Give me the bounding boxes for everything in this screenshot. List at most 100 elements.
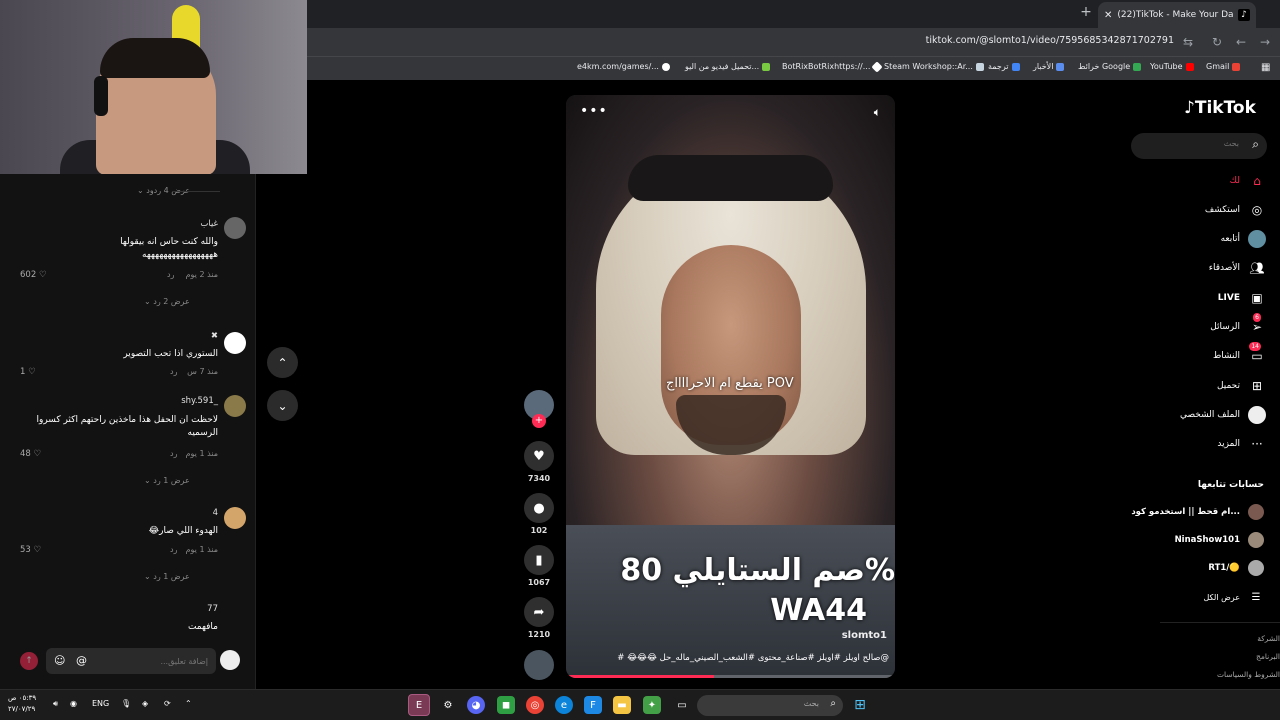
comment-likes[interactable]: 1 ♡ — [20, 367, 36, 377]
comment-likes[interactable]: 53 ♡ — [20, 545, 41, 555]
bookmark-youtube-downloader[interactable]: تحميل فيديو من اليو... — [685, 62, 771, 71]
upload-icon: ⊞ — [1251, 379, 1263, 393]
comment-input-box[interactable]: ☺ @ — [46, 648, 216, 674]
footer-program-link[interactable]: البرنامج — [1256, 652, 1280, 661]
comment-button[interactable]: ● 102 — [524, 493, 554, 535]
bookmark-youtube[interactable]: YouTube — [1150, 62, 1194, 71]
volume-icon[interactable]: 🔈︎ — [874, 105, 881, 120]
system-clock[interactable]: ٠٥:٣٩ ص ٢٧/٠٧/٢٩ — [8, 693, 36, 715]
bookmark-steam[interactable]: Steam Workshop::Ar... — [884, 62, 984, 71]
avatar[interactable] — [224, 217, 246, 239]
next-video-button[interactable]: ⌄ — [267, 390, 298, 421]
nav-live[interactable]: LIVE ▣ — [1218, 288, 1266, 308]
bookmark-translate[interactable]: ترجمة — [988, 62, 1020, 71]
nav-messages[interactable]: الرسائل ➢ 6 — [1210, 313, 1266, 337]
video-player[interactable]: ••• 🔈︎ يقطع ام الاحرااااج POV صم الستايل… — [566, 95, 895, 678]
show-all-following[interactable]: عرض الكل ☰ — [1203, 588, 1264, 606]
sync-tray-icon[interactable]: ⟳ — [164, 699, 171, 708]
nav-more[interactable]: المزيد ··· — [1217, 434, 1266, 454]
view-replies-button[interactable]: ⌄ عرض 1 رد — [144, 572, 190, 581]
discord-icon[interactable]: ◕ — [467, 696, 485, 714]
progress-bar[interactable] — [566, 675, 715, 678]
app-tray-icon[interactable]: ◈ — [142, 699, 148, 708]
reply-button[interactable]: رد — [170, 545, 177, 554]
previous-video-button[interactable]: ⌃ — [267, 347, 298, 378]
browser-tab[interactable]: ✕ (22)TikTok - Make Your Day ♪ — [1098, 2, 1256, 28]
following-account[interactable]: NinaShow101 — [1175, 531, 1264, 549]
search-input[interactable] — [1149, 139, 1239, 148]
epic-games-icon[interactable]: E — [408, 694, 430, 716]
edge-icon[interactable]: e — [555, 696, 573, 714]
settings-gear-icon[interactable]: ⚙ — [439, 696, 457, 714]
reply-button[interactable]: رد — [170, 449, 177, 458]
view-replies-button[interactable]: ⌄ عرض 2 رد — [144, 297, 190, 306]
nav-for-you[interactable]: لك ⌂ — [1230, 171, 1266, 191]
chrome-icon[interactable]: ◎ — [526, 696, 544, 714]
comment-author[interactable]: 77 — [207, 604, 218, 614]
save-button[interactable]: ▮ 1067 — [524, 545, 554, 587]
close-tab-icon[interactable]: ✕ — [1104, 10, 1112, 21]
following-account[interactable]: RT1/🟡 — [1208, 559, 1264, 577]
following-account[interactable]: ام قحط || استخدمو كود... — [1131, 503, 1264, 521]
forward-icon[interactable]: → — [1257, 34, 1273, 50]
search-box[interactable]: ⌕ — [1131, 133, 1267, 159]
reply-button[interactable]: رد — [167, 270, 174, 279]
tiktok-logo[interactable]: ♪TikTok — [1184, 98, 1256, 118]
bookmark-e4km[interactable]: e4km.com/games/... — [577, 62, 670, 71]
comment-author[interactable]: 4 — [213, 508, 218, 518]
bookmark-botrix[interactable]: BotRixBotRixhttps://... — [782, 60, 884, 73]
microphone-tray-icon[interactable]: 🎙︎ — [121, 699, 131, 708]
url-field[interactable]: tiktok.com/@slomto1/video/75956853428717… — [926, 35, 1174, 46]
comment-input[interactable] — [98, 654, 208, 668]
view-replies-button[interactable]: ⌄ عرض 1 رد — [144, 476, 190, 485]
footer-company-link[interactable]: الشركة — [1257, 634, 1280, 643]
follow-plus-icon[interactable]: + — [532, 414, 546, 428]
task-view-icon[interactable]: ▭ — [673, 696, 691, 714]
post-arrow-icon[interactable]: ↑ — [20, 652, 38, 670]
share-button[interactable]: ➦ 1210 — [524, 597, 554, 639]
music-disc-button[interactable] — [524, 650, 554, 680]
comment-likes[interactable]: 602 ♡ — [20, 270, 47, 280]
footer-terms-link[interactable]: الشروط والسياسات — [1217, 670, 1280, 679]
back-icon[interactable]: ← — [1233, 34, 1249, 50]
nav-following[interactable]: أتابعه — [1221, 229, 1266, 249]
reload-icon[interactable]: ↻ — [1209, 34, 1225, 50]
like-count: 7340 — [527, 474, 551, 483]
avatar[interactable] — [224, 395, 246, 417]
avatar[interactable] — [224, 507, 246, 529]
taskbar-search[interactable]: بحث ⌕ — [697, 695, 843, 716]
bookmark-maps[interactable]: خرائط Google — [1078, 62, 1142, 71]
comment-author[interactable]: ✖ — [211, 331, 218, 341]
nav-upload[interactable]: تحميل ⊞ — [1217, 376, 1266, 396]
user-avatar[interactable] — [220, 650, 240, 670]
network-tray-icon[interactable]: ◉ — [70, 699, 77, 708]
reply-button[interactable]: رد — [170, 367, 177, 376]
bookmark-news[interactable]: الأخبار — [1033, 62, 1065, 71]
more-options-icon[interactable]: ••• — [580, 103, 608, 119]
new-tab-button[interactable]: + — [1078, 4, 1094, 24]
nav-friends[interactable]: الأصدقاء 👥︎ — [1209, 258, 1266, 278]
emoji-icon[interactable]: ☺ — [54, 654, 65, 667]
minecraft-icon[interactable]: ✦ — [643, 696, 661, 714]
file-explorer-icon[interactable]: ▬ — [613, 696, 631, 714]
search-icon[interactable]: ⌕ — [1252, 137, 1259, 152]
comment-likes[interactable]: 48 ♡ — [20, 449, 41, 459]
app-blue-icon[interactable]: F — [584, 696, 602, 714]
comment-author[interactable]: غياب — [200, 219, 218, 229]
comment-author[interactable]: _shy.591 — [181, 396, 218, 406]
like-button[interactable]: ♥ 7340 — [524, 441, 554, 483]
windows-start-icon[interactable]: ⊞ — [851, 696, 869, 714]
nav-explore[interactable]: استكشف ◎ — [1205, 200, 1266, 220]
volume-tray-icon[interactable]: 🔊︎ — [53, 699, 58, 709]
mention-icon[interactable]: @ — [76, 654, 87, 667]
language-indicator[interactable]: ENG — [92, 699, 109, 708]
avatar[interactable] — [224, 332, 246, 354]
apps-grid-icon[interactable]: ▦ — [1261, 62, 1270, 73]
nav-profile[interactable]: الملف الشخصي — [1180, 405, 1266, 425]
app-green-icon[interactable]: ◼ — [497, 696, 515, 714]
bookmark-gmail[interactable]: Gmail — [1206, 62, 1241, 71]
show-hidden-icons[interactable]: ⌃ — [185, 699, 192, 708]
nav-activity[interactable]: النشاط ▭ 14 — [1213, 342, 1266, 366]
creator-avatar-button[interactable]: + — [524, 390, 554, 428]
tune-icon[interactable]: ⇆ — [1180, 34, 1196, 50]
